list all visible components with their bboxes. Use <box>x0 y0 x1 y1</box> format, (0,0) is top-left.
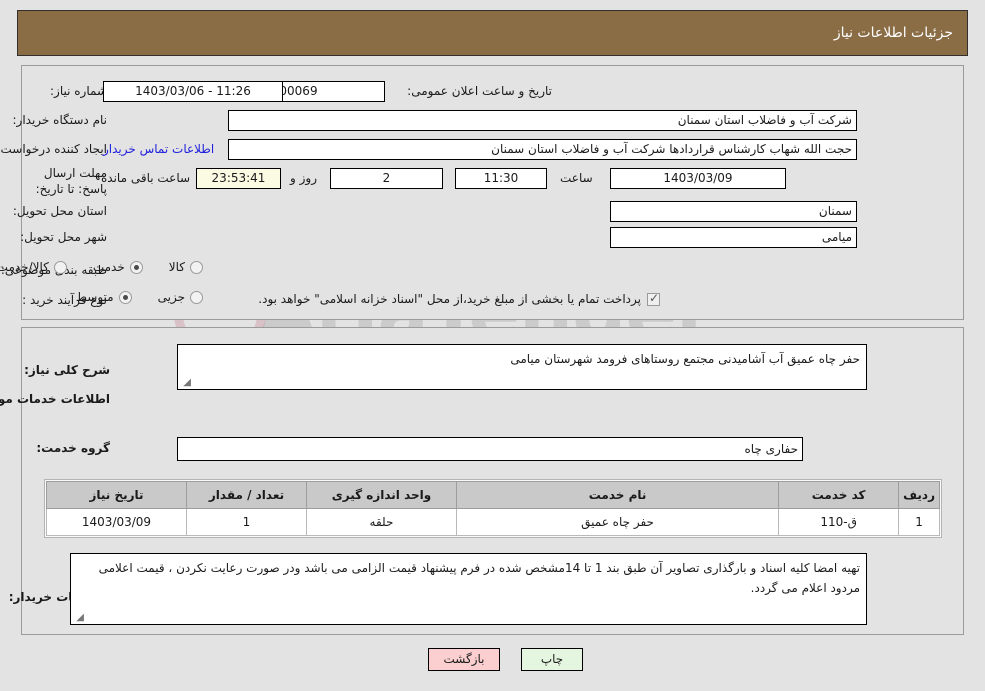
buyer-notes-textarea[interactable]: تهیه امضا کلیه اسناد و بارگذاری تصاویر آ… <box>70 553 867 625</box>
process-type-option-0[interactable]: جزیی <box>158 290 203 304</box>
city-label: شهر محل تحویل: <box>20 230 107 244</box>
city-value: میامی <box>610 227 857 248</box>
table-header-cell: واحد اندازه گیری <box>306 481 457 509</box>
deadline-date-value: 1403/03/09 <box>610 168 786 189</box>
treasury-note-row[interactable]: پرداخت تمام یا بخشی از مبلغ خرید،از محل … <box>258 291 660 306</box>
category-option-label: کالا <box>168 260 185 274</box>
category-option-label: کالا/خدمت <box>0 260 49 274</box>
print-button[interactable]: چاپ <box>521 648 583 671</box>
table-header-cell: تعداد / مقدار <box>186 481 307 509</box>
table-cell-row-no: 1 <box>898 508 940 536</box>
process-type-option-1[interactable]: متوسط <box>76 290 132 304</box>
buyer-org-value: شرکت آب و فاضلاب استان سمنان <box>228 110 857 131</box>
radio-button-icon[interactable] <box>190 290 203 304</box>
radio-button-icon[interactable] <box>118 290 132 304</box>
remaining-timer-label: ساعت باقی مانده <box>101 171 191 185</box>
remaining-days-label: روز و <box>290 171 317 185</box>
resize-grip-icon[interactable]: ◢ <box>181 378 191 388</box>
radio-button-icon[interactable] <box>190 260 203 274</box>
buyer-contact-link[interactable]: اطلاعات تماس خریدار <box>103 142 214 156</box>
remaining-timer-value: 23:53:41 <box>196 168 281 189</box>
category-radio-group[interactable]: کالا خدمت کالا/خدمت <box>0 260 203 274</box>
table-cell-quantity: 1 <box>186 508 307 536</box>
table-cell-unit: حلقه <box>306 508 457 536</box>
buyer-org-label: نام دستگاه خریدار: <box>12 113 108 127</box>
table-header-cell: کد خدمت <box>778 481 900 509</box>
summary-label: شرح کلی نیاز: <box>24 363 110 377</box>
province-value: سمنان <box>610 201 857 222</box>
service-group-value: حفاری چاه <box>177 437 803 461</box>
services-table: ردیف کد خدمت نام خدمت واحد اندازه گیری تعداد… <box>46 481 940 536</box>
category-option-0[interactable]: کالا <box>169 260 203 274</box>
buyer-notes-value: تهیه امضا کلیه اسناد و بارگذاری تصاویر آ… <box>98 561 860 595</box>
table-body: 1 ق-110 حفر چاه عمیق حلقه 1 1403/03/09 <box>46 508 940 536</box>
process-type-option-label: جزیی <box>157 290 185 304</box>
public-announce-label: تاریخ و ساعت اعلان عمومی: <box>407 84 552 98</box>
radio-button-icon[interactable] <box>129 260 143 274</box>
category-option-1[interactable]: خدمت <box>93 260 143 274</box>
table-header-cell: تاریخ نیاز <box>46 481 187 509</box>
page-header: جزئیات اطلاعات نیاز <box>17 10 968 56</box>
services-table-wrapper: ردیف کد خدمت نام خدمت واحد اندازه گیری تعداد… <box>44 479 942 538</box>
process-type-radio-group[interactable]: جزیی متوسط <box>50 290 203 304</box>
deadline-label: مهلت ارسال پاسخ: تا تاریخ: <box>35 166 107 196</box>
page-title: جزئیات اطلاعات نیاز <box>833 25 953 41</box>
table-cell-need-date: 1403/03/09 <box>46 508 187 536</box>
requester-label: ایجاد کننده درخواست: <box>0 142 107 156</box>
table-header-cell: نام خدمت <box>455 481 780 509</box>
requester-value: حجت الله شهاب کارشناس قراردادها شرکت آب … <box>228 139 857 160</box>
treasury-note-text: پرداخت تمام یا بخشی از مبلغ خرید،از محل … <box>258 292 641 306</box>
service-group-label: گروه خدمت: <box>36 441 110 455</box>
deadline-hour-label: ساعت <box>560 171 593 185</box>
table-header-cell: ردیف <box>898 481 940 509</box>
process-type-option-label: متوسط <box>75 290 114 304</box>
need-info-panel <box>21 65 964 320</box>
category-option-2[interactable]: کالا/خدمت <box>0 260 67 274</box>
summary-textarea[interactable]: حفر چاه عمیق آب آشامیدنی مجتمع روستاهای … <box>177 344 867 390</box>
summary-value: حفر چاه عمیق آب آشامیدنی مجتمع روستاهای … <box>510 352 860 366</box>
deadline-time-value: 11:30 <box>455 168 547 189</box>
table-header-row: ردیف کد خدمت نام خدمت واحد اندازه گیری تعداد… <box>46 481 940 509</box>
back-button[interactable]: بازگشت <box>428 648 500 671</box>
need-number-label: شماره نیاز: <box>50 84 107 98</box>
category-option-label: خدمت <box>92 260 125 274</box>
public-announce-value: 1403/03/06 - 11:26 <box>103 81 283 102</box>
radio-button-icon[interactable] <box>53 260 67 274</box>
resize-grip-icon[interactable]: ◢ <box>74 613 84 623</box>
treasury-checkbox[interactable] <box>647 291 660 306</box>
table-row[interactable]: 1 ق-110 حفر چاه عمیق حلقه 1 1403/03/09 <box>46 508 940 536</box>
table-cell-service-name: حفر چاه عمیق <box>455 508 780 536</box>
province-label: استان محل تحویل: <box>12 204 107 218</box>
table-cell-service-code: ق-110 <box>778 508 900 536</box>
remaining-days-value: 2 <box>330 168 443 189</box>
services-section-title: اطلاعات خدمات مورد نیاز <box>0 392 110 406</box>
